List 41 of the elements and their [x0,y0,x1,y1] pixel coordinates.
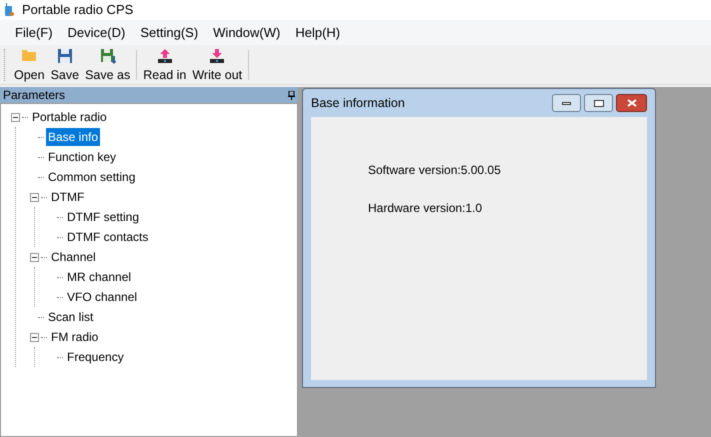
tree-item[interactable]: Common setting [46,168,138,186]
download-arrow-icon [209,48,226,64]
tree-item[interactable]: MR channel [65,268,134,286]
menu-item[interactable]: Help(H) [289,22,346,42]
close-icon [626,99,636,107]
window-title: Portable radio CPS [22,1,134,20]
menu-item[interactable]: Setting(S) [134,22,204,42]
tree-item[interactable]: Base info [46,128,100,146]
folder-icon [21,48,38,62]
collapse-toggle[interactable] [30,332,39,342]
minimize-button[interactable] [552,94,581,112]
tree-item[interactable]: DTMF [49,188,86,206]
version-label: Software version:5.00.05 [368,162,502,179]
tree-item[interactable]: Frequency [65,348,126,366]
tree-item[interactable]: DTMF setting [65,208,142,226]
close-button[interactable] [616,94,647,112]
tree-item[interactable]: FM radio [49,328,100,346]
panel-header: Parameters [0,87,298,103]
collapse-toggle[interactable] [30,192,39,202]
tree-item[interactable]: VFO channel [65,288,140,306]
collapse-toggle[interactable] [11,112,20,122]
child-window-title: Base information [311,94,405,112]
upload-arrow-icon [156,48,173,64]
tree-item[interactable]: Function key [46,148,118,166]
tree-item[interactable]: Scan list [46,308,96,326]
radio-icon [4,3,14,17]
tree-item[interactable]: DTMF contacts [65,228,150,246]
menu-item[interactable]: Window(W) [207,22,286,42]
version-label: Hardware version:1.0 [368,200,484,217]
toolbar-button[interactable]: Read in [140,46,190,82]
toolbar-button[interactable]: Open [11,46,48,82]
tree-item[interactable]: Channel [49,248,98,266]
pin-icon[interactable] [288,90,295,100]
menu-item[interactable]: Device(D) [62,22,132,42]
menu-item[interactable]: File(F) [9,22,59,42]
toolbar-button[interactable]: Save [48,46,82,82]
tree-item[interactable]: Portable radio [30,108,109,126]
toolbar-button[interactable]: Write out [189,46,246,82]
toolbar-button[interactable]: Save as [82,46,134,82]
collapse-toggle[interactable] [30,252,39,262]
maximize-button[interactable] [584,94,613,112]
